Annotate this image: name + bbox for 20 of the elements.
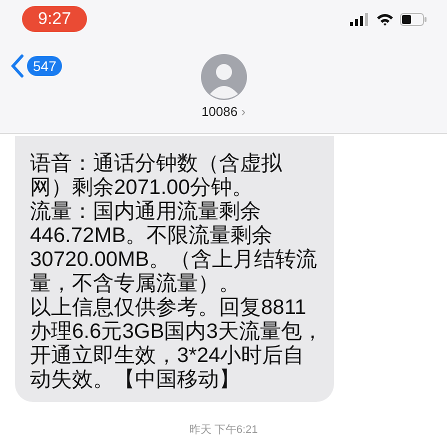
message-line: 30720.00MB。（含上月结转流 [30, 248, 318, 272]
message-line: 以上信息仅供参考。回复8811 [30, 296, 308, 320]
message-line: 办理6.6元3GB国内3天流量包， [30, 320, 320, 344]
message-timestamp: 昨天 下午6:21 [188, 423, 259, 437]
message-line: 网）剩余2071.00分钟。 [30, 176, 254, 200]
unread-count-badge: 547 [27, 56, 62, 76]
message-line: 446.72MB。不限流量剩余 [30, 224, 274, 248]
signal-icon [350, 12, 370, 26]
wifi-icon [376, 12, 394, 26]
message-line: 流量：国内通用流量剩余 [30, 200, 262, 224]
back-button[interactable]: 547 [10, 54, 62, 78]
message-line: 动失效。【中国移动】 [30, 368, 241, 392]
chevron-left-icon [10, 54, 24, 78]
message-line: 语音：通话分钟数（含虚拟 [30, 152, 283, 176]
avatar-icon[interactable] [200, 54, 246, 100]
message-line: 量，不含专属流量）。 [30, 272, 241, 296]
contact-name-button[interactable]: 10086 › [201, 104, 246, 119]
message-line: 开通立即生效，3*24小时后自 [30, 344, 306, 368]
battery-icon [400, 12, 427, 26]
status-time: 9:27 [22, 6, 88, 32]
